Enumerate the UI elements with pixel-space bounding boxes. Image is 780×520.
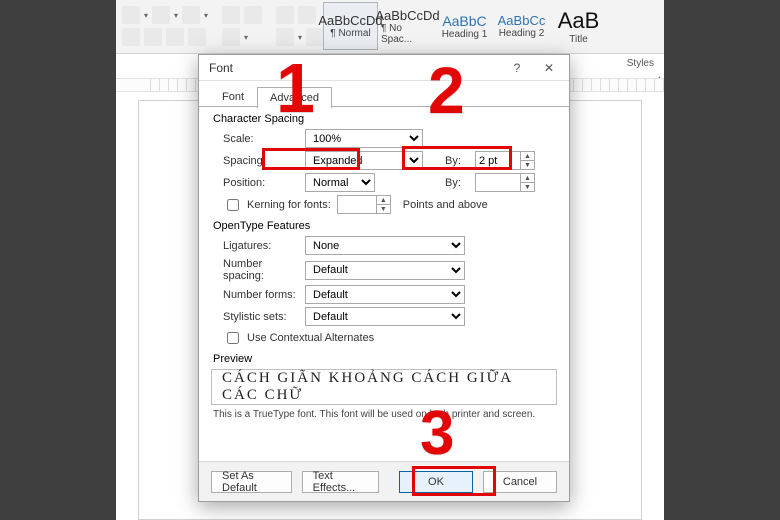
spin-down-icon[interactable]: ▼	[521, 183, 534, 191]
group-heading: Character Spacing	[213, 113, 557, 125]
style-tile-normal[interactable]: AaBbCcDd ¶ Normal	[323, 2, 378, 50]
points-above-label: Points and above	[403, 199, 488, 211]
style-tile-title[interactable]: AaB Title	[551, 2, 606, 50]
contextual-alternates-text: Use Contextual Alternates	[247, 332, 374, 344]
align-center-icon[interactable]	[144, 28, 162, 46]
ligatures-select[interactable]: None	[305, 236, 465, 255]
tab-font[interactable]: Font	[209, 86, 257, 107]
tab-advanced[interactable]: Advanced	[257, 87, 332, 108]
set-default-button[interactable]: Set As Default	[211, 471, 292, 493]
cancel-button[interactable]: Cancel	[483, 471, 557, 493]
sort-icon[interactable]	[276, 6, 294, 24]
kerning-size-input[interactable]	[337, 195, 377, 214]
scale-label: Scale:	[211, 133, 299, 145]
style-sample: AaB	[558, 8, 600, 34]
by2-label: By:	[445, 177, 469, 189]
preview-text: CÁCH GIÃN KHOẢNG CÁCH GIỮA CÁC CHỮ	[222, 370, 546, 404]
decrease-indent-icon[interactable]	[222, 6, 240, 24]
spacing-by-input[interactable]	[475, 151, 521, 170]
number-forms-select[interactable]: Default	[305, 285, 465, 304]
style-label: Heading 2	[499, 28, 545, 39]
spin-down-icon[interactable]: ▼	[521, 161, 534, 169]
chevron-down-icon[interactable]: ▾	[298, 33, 302, 42]
spin-up-icon[interactable]: ▲	[521, 152, 534, 161]
spin-down-icon[interactable]: ▼	[377, 205, 390, 213]
align-left-icon[interactable]	[122, 28, 140, 46]
stylistic-sets-label: Stylistic sets:	[211, 311, 299, 323]
preview-group: Preview	[211, 353, 557, 365]
shading-icon[interactable]	[276, 28, 294, 46]
by-label: By:	[445, 155, 469, 167]
contextual-alternates-label[interactable]: Use Contextual Alternates	[211, 329, 557, 347]
preview-note: This is a TrueType font. This font will …	[213, 409, 555, 420]
position-select[interactable]: Normal	[305, 173, 375, 192]
spin-up-icon[interactable]: ▲	[377, 196, 390, 205]
style-tile-heading2[interactable]: AaBbCc Heading 2	[494, 2, 549, 50]
text-effects-button[interactable]: Text Effects...	[302, 471, 379, 493]
stylistic-sets-select[interactable]: Default	[305, 307, 465, 326]
spacing-select[interactable]: Expanded	[305, 151, 423, 170]
style-sample: AaBbCc	[498, 13, 546, 28]
styles-group-label: Styles	[627, 58, 654, 69]
style-label: ¶ Normal	[330, 28, 370, 39]
ligatures-label: Ligatures:	[211, 240, 299, 252]
group-heading: Preview	[213, 353, 557, 365]
spacing-label: Spacing:	[211, 155, 299, 167]
style-tile-heading1[interactable]: AaBbC Heading 1	[437, 2, 492, 50]
kerning-checkbox-label[interactable]: Kerning for fonts:	[211, 196, 331, 214]
close-button[interactable]: ✕	[533, 57, 565, 79]
character-spacing-group: Character Spacing Scale: 100% Spacing: E…	[211, 113, 557, 214]
increase-indent-icon[interactable]	[244, 6, 262, 24]
show-marks-icon[interactable]	[298, 6, 316, 24]
align-justify-icon[interactable]	[188, 28, 206, 46]
line-spacing-icon[interactable]	[222, 28, 240, 46]
borders-icon[interactable]	[306, 28, 324, 46]
align-right-icon[interactable]	[166, 28, 184, 46]
help-button[interactable]: ?	[501, 57, 533, 79]
kerning-label: Kerning for fonts:	[247, 199, 331, 211]
position-label: Position:	[211, 177, 299, 189]
scale-select[interactable]: 100%	[305, 129, 423, 148]
chevron-down-icon[interactable]: ▾	[204, 11, 208, 20]
ribbon: ▾ ▾ ▾ ▾ ▾ ▾ AaBbCcDd	[116, 0, 664, 54]
chevron-down-icon[interactable]: ▾	[244, 33, 248, 42]
dialog-button-bar: Set As Default Text Effects... OK Cancel	[199, 461, 569, 501]
opentype-group: OpenType Features Ligatures: None Number…	[211, 220, 557, 347]
chevron-down-icon[interactable]: ▾	[174, 11, 178, 20]
number-forms-label: Number forms:	[211, 289, 299, 301]
kerning-checkbox[interactable]	[227, 199, 239, 211]
style-label: Heading 1	[442, 29, 488, 40]
number-spacing-label: Number spacing:	[211, 258, 299, 282]
kerning-size-spinner[interactable]: ▲▼	[337, 195, 391, 214]
style-label: ¶ No Spac...	[381, 23, 434, 45]
style-sample: AaBbCcDd	[318, 13, 382, 28]
style-sample: AaBbC	[442, 13, 486, 29]
preview-box: CÁCH GIÃN KHOẢNG CÁCH GIỮA CÁC CHỮ	[211, 369, 557, 405]
position-by-spinner[interactable]: ▲▼	[475, 173, 535, 192]
spin-up-icon[interactable]: ▲	[521, 174, 534, 183]
number-spacing-select[interactable]: Default	[305, 261, 465, 280]
contextual-alternates-checkbox[interactable]	[227, 332, 239, 344]
style-sample: AaBbCcDd	[375, 8, 439, 23]
styles-gallery[interactable]: AaBbCcDd ¶ Normal AaBbCcDd ¶ No Spac... …	[323, 2, 606, 50]
numbering-icon[interactable]	[152, 6, 170, 24]
ok-button[interactable]: OK	[399, 471, 473, 493]
dialog-titlebar[interactable]: Font ? ✕	[199, 55, 569, 81]
multilevel-icon[interactable]	[182, 6, 200, 24]
spacing-by-spinner[interactable]: ▲▼	[475, 151, 535, 170]
style-label: Title	[569, 34, 588, 45]
dialog-title: Font	[209, 61, 501, 75]
group-heading: OpenType Features	[213, 220, 557, 232]
position-by-input[interactable]	[475, 173, 521, 192]
style-tile-nospacing[interactable]: AaBbCcDd ¶ No Spac...	[380, 2, 435, 50]
bullets-icon[interactable]	[122, 6, 140, 24]
font-dialog: Font ? ✕ Font Advanced Character Spacing…	[198, 54, 570, 502]
chevron-down-icon[interactable]: ▾	[144, 11, 148, 20]
dialog-tabs: Font Advanced	[199, 81, 569, 107]
